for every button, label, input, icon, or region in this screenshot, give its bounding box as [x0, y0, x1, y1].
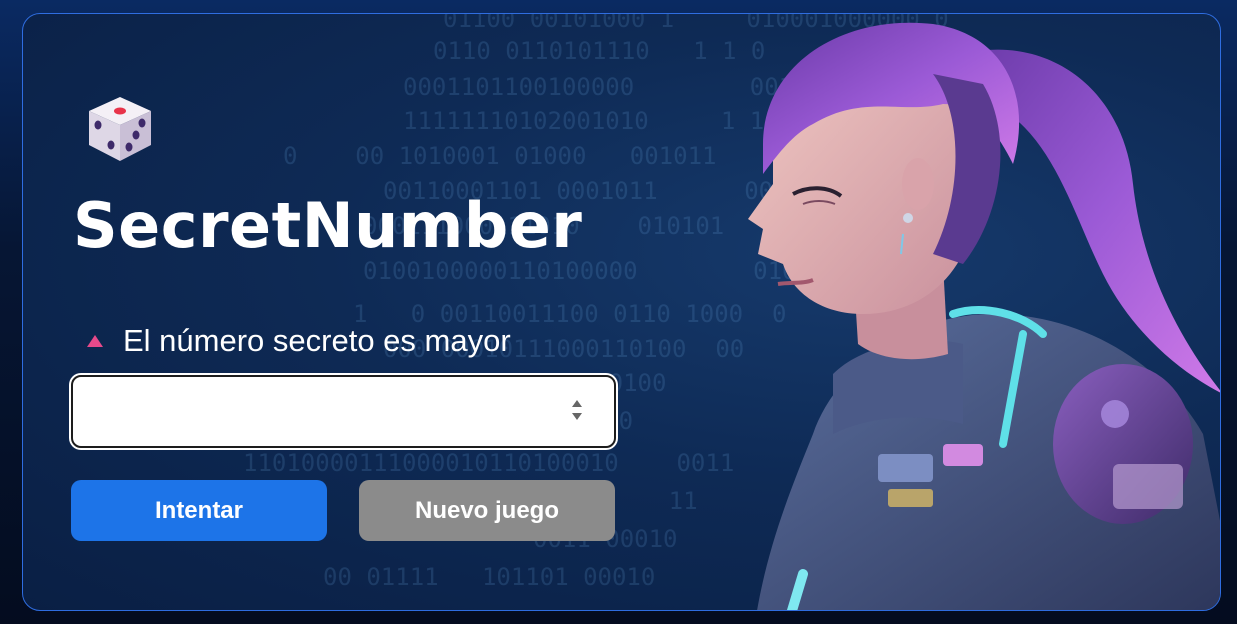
triangle-up-icon	[87, 335, 103, 347]
page: 01100 00101000 1 010001000000 0 0110 011…	[0, 0, 1237, 624]
hero-illustration	[748, 22, 1220, 610]
stepper-down-icon[interactable]	[572, 413, 582, 420]
stepper-up-icon[interactable]	[572, 400, 582, 407]
hint-text: El número secreto es mayor	[123, 323, 511, 358]
hint-message: El número secreto es mayor	[87, 323, 511, 359]
guess-input[interactable]	[73, 377, 614, 446]
app-title: SecretNumber	[73, 189, 583, 262]
dice-icon	[89, 97, 151, 161]
new-game-button[interactable]: Nuevo juego	[359, 480, 615, 541]
game-card: 01100 00101000 1 010001000000 0 0110 011…	[22, 13, 1221, 611]
number-stepper[interactable]	[572, 400, 582, 420]
try-button[interactable]: Intentar	[71, 480, 327, 541]
guess-input-wrapper	[71, 375, 616, 448]
